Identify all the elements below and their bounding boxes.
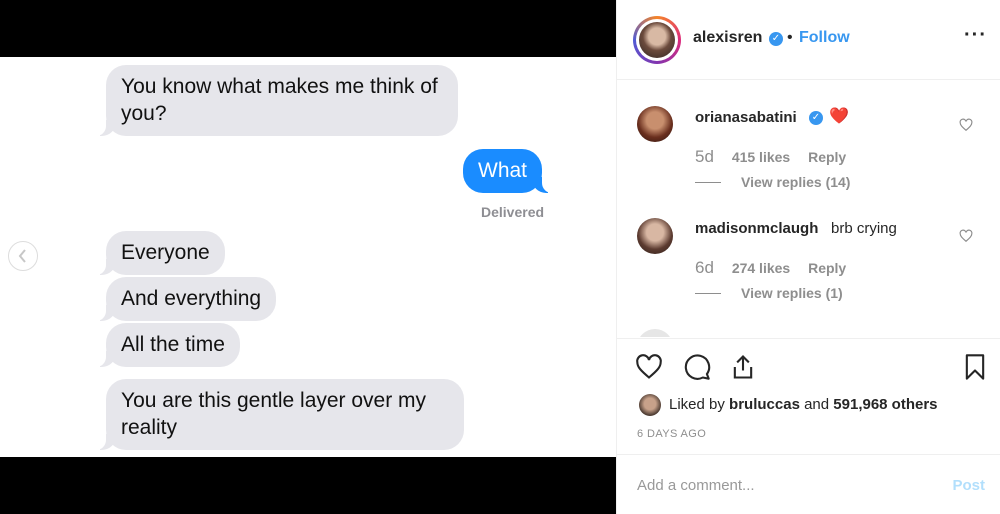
comment-avatar[interactable] [637,329,673,337]
view-replies-button[interactable]: View replies (1) [741,285,843,301]
liked-by-user[interactable]: bruluccas [729,396,800,413]
post-media: You know what makes me think of you? Wha… [0,0,616,514]
avatar-image [639,22,675,58]
replies-divider [695,293,721,294]
post-sidebar: alexisren ✓ • Follow ··· orianasabatini … [616,0,1000,514]
imessage-screenshot: You know what makes me think of you? Wha… [0,57,616,457]
bookmark-icon[interactable] [961,353,989,381]
verified-badge-icon: ✓ [809,111,823,125]
delivered-status: Delivered [481,204,545,220]
more-options-icon[interactable]: ··· [964,24,987,47]
comment-bubble-icon[interactable] [683,353,711,381]
replies-divider [695,182,721,183]
comment-likes[interactable]: 274 likes [732,260,790,276]
post-comment-button[interactable]: Post [952,477,985,494]
follow-button[interactable]: Follow [799,29,850,47]
liked-by-prefix: Liked by [669,396,725,413]
liked-by-avatar[interactable] [639,394,661,416]
chevron-left-icon [18,249,26,263]
add-comment-bar: Add a comment... Post [617,454,1000,514]
comment-meta: 6d 274 likes Reply [695,258,860,278]
comments-list: orianasabatini ✓ ❤️ 5d 415 likes Reply V… [617,81,1000,337]
reply-button[interactable]: Reply [808,260,846,276]
comment-text: brb crying [831,220,897,237]
comment-avatar[interactable] [637,106,673,142]
post-timestamp[interactable]: 6 DAYS AGO [637,428,706,440]
message-sent: What [463,149,553,193]
separator-dot: • [787,29,793,46]
verified-badge-icon: ✓ [769,32,783,46]
post-header: alexisren ✓ • Follow ··· [617,0,1000,80]
message-text: You are this gentle layer over my realit… [121,389,427,439]
message-received: Everyone [96,231,225,275]
post-username[interactable]: alexisren [693,29,762,47]
comment-likes[interactable]: 415 likes [732,149,790,165]
avatar-border [636,19,678,61]
message-text: What [478,159,528,182]
comment-age: 5d [695,147,714,166]
liked-by-and: and [804,396,830,413]
message-text: And everything [121,287,262,310]
comment-like-heart-icon[interactable] [959,229,973,243]
message-text: Everyone [121,241,210,264]
comment-username[interactable]: orianasabatini [695,109,797,126]
comment-like-heart-icon[interactable] [959,118,973,132]
carousel-prev-button[interactable] [8,241,38,271]
message-text: You know what makes me think of you? [121,75,438,125]
comment-meta: 5d 415 likes Reply [695,147,860,167]
comment-input[interactable]: Add a comment... [637,477,755,494]
comment-age: 6d [695,258,714,277]
message-received: You are this gentle layer over my realit… [96,379,464,450]
message-received: And everything [95,277,277,321]
comment-text: ❤️ [829,108,849,125]
message-received: All the time [96,323,240,367]
like-heart-icon[interactable] [635,353,663,381]
liked-by-others[interactable]: 591,968 others [833,396,937,413]
instagram-post-view: You know what makes me think of you? Wha… [0,0,1000,514]
liked-by-text: Liked by bruluccas and 591,968 others [669,396,938,413]
message-text: All the time [121,333,225,356]
reply-button[interactable]: Reply [808,149,846,165]
comment-avatar[interactable] [637,218,673,254]
post-actions: Liked by bruluccas and 591,968 others 6 … [617,338,1000,454]
view-replies-button[interactable]: View replies (14) [741,174,850,190]
avatar[interactable] [633,16,681,64]
message-received: You know what makes me think of you? [96,65,458,136]
share-icon[interactable] [729,353,757,381]
comment-username[interactable]: madisonmclaugh [695,220,818,237]
